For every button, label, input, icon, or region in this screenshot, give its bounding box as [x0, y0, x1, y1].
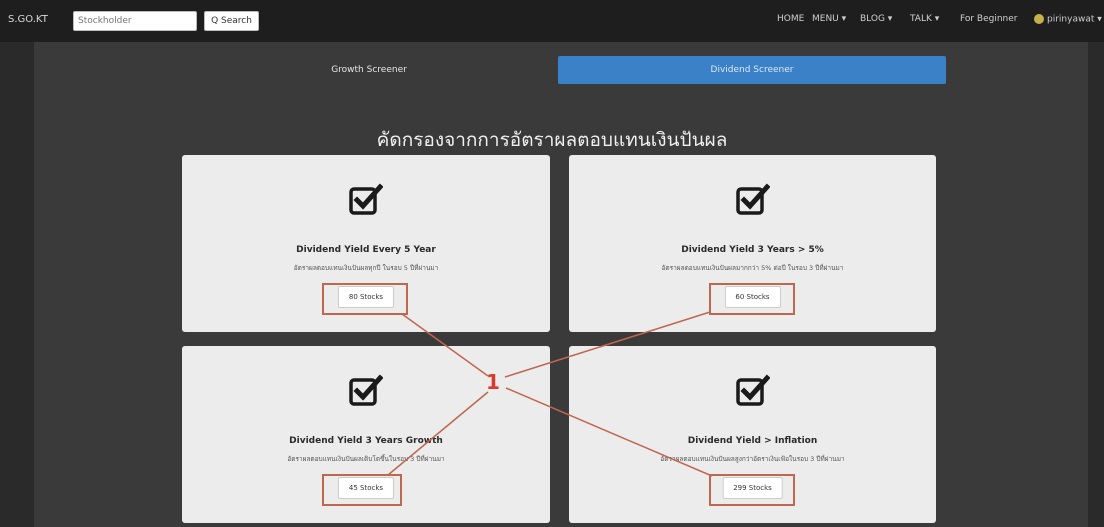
annotation-marker: 1 — [486, 370, 500, 394]
annotation-connector-lines — [387, 311, 713, 477]
